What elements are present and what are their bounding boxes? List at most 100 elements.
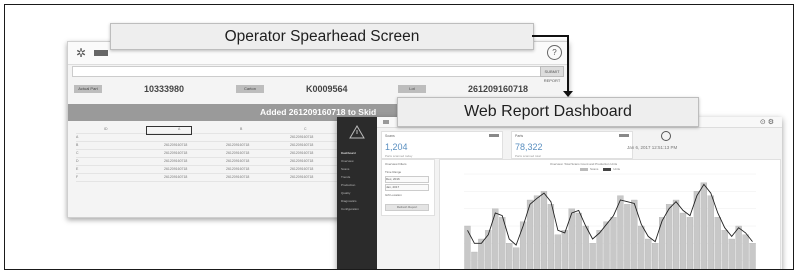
- panel-title: Overview Filters: [385, 162, 407, 166]
- menu-icon[interactable]: [383, 120, 389, 124]
- connector-line: [532, 35, 569, 37]
- chart-bar: [721, 230, 728, 269]
- chart-bar: [554, 234, 561, 269]
- chart-bar: [471, 251, 478, 269]
- chart-bar: [617, 195, 624, 269]
- to-select[interactable]: Jan, 2017: [385, 184, 429, 191]
- column-header: B: [240, 127, 243, 131]
- gear-icon: ✲: [75, 46, 87, 60]
- table-cell: E: [76, 167, 79, 171]
- card-title: Scans: [385, 134, 395, 138]
- chart-bar: [672, 199, 680, 269]
- sidebar-item[interactable]: Diagnostics: [341, 199, 375, 204]
- card-badge: [619, 134, 629, 137]
- chart-bar: [735, 225, 742, 269]
- chart-bar: [679, 212, 687, 269]
- chart-bar: [645, 238, 652, 269]
- chart-bar: [519, 221, 527, 269]
- field-tag: Lot: [398, 85, 426, 93]
- filter-panel: Overview Filters Time Range Dec, 2016 Ja…: [381, 159, 435, 216]
- chart-bar: [540, 191, 548, 269]
- card-title: Parts: [515, 134, 524, 138]
- chart-bar: [700, 182, 707, 269]
- chart-bar: [547, 204, 555, 269]
- table-cell: D: [76, 159, 79, 163]
- table-cell: C: [76, 151, 79, 155]
- time-range-label: Time Range: [385, 170, 402, 174]
- sidebar-item[interactable]: Trends: [341, 175, 375, 180]
- table-cell: 261209160718: [226, 151, 250, 155]
- warning-triangle-icon: [349, 125, 365, 139]
- field-value: 261209160718: [468, 84, 529, 94]
- refresh-report-button[interactable]: Refresh Report: [385, 204, 429, 211]
- card-value: 1,204: [385, 142, 408, 152]
- submit-report-button[interactable]: SUBMIT REPORT: [540, 66, 564, 83]
- group-label: Gift Location: [385, 193, 402, 197]
- table-cell: 261209160718: [164, 159, 188, 163]
- chart-bar: [659, 217, 666, 269]
- scan-input[interactable]: [72, 66, 544, 77]
- sidebar-item[interactable]: Production: [341, 183, 375, 188]
- operator-screen-label: Operator Spearhead Screen: [110, 23, 534, 50]
- table-cell: 261209160718: [226, 167, 250, 171]
- chart-bar: [693, 191, 701, 269]
- column-header: ID: [104, 127, 108, 131]
- chart-bar: [686, 217, 694, 269]
- chart-bar: [652, 243, 659, 269]
- chart-bar: [589, 243, 596, 269]
- chart-bar: [596, 230, 603, 269]
- table-cell: 261209160718: [290, 167, 314, 171]
- connector-line: [567, 35, 569, 95]
- web-dashboard-label: Web Report Dashboard: [397, 97, 699, 127]
- field-value: 10333980: [144, 84, 185, 94]
- settings-icon[interactable]: ⊙ ⚙: [760, 118, 774, 126]
- chart-card: Overview: Total Scans Count and Producti…: [439, 159, 781, 269]
- sidebar-item[interactable]: Quality: [341, 191, 375, 196]
- chart-bar: [513, 247, 520, 269]
- chart-bar: [610, 217, 617, 269]
- chart-bar: [506, 243, 513, 269]
- from-select[interactable]: Dec, 2016: [385, 176, 429, 183]
- table-cell: 261209160718: [226, 159, 250, 163]
- dashboard-sidebar: Dashboard Overview Scans Trends Production Qu…: [337, 117, 377, 269]
- screenshot-frame: ✲ ? SUBMIT REPORT Actual Part 10333980 C…: [4, 4, 794, 270]
- chart-bar: [575, 212, 582, 269]
- chart-bar: [533, 195, 541, 269]
- chart-bar: [749, 243, 756, 269]
- chart-bar: [492, 208, 499, 269]
- dashboard-main: ⊙ ⚙ Scans 1,204 Parts scanned today Part…: [377, 117, 782, 269]
- table-cell: F: [76, 175, 79, 179]
- table-cell: 261209160718: [290, 135, 314, 139]
- table-cell: B: [76, 143, 79, 147]
- sidebar-item[interactable]: Dashboard: [341, 151, 375, 156]
- operator-mini-tag: [94, 50, 108, 56]
- table-cell: 261209160718: [226, 175, 250, 179]
- chart-bar: [485, 230, 492, 269]
- sidebar-item[interactable]: Overview: [341, 159, 375, 164]
- chart-bar: [499, 217, 506, 269]
- card-value: 78,322: [515, 142, 543, 152]
- sidebar-item[interactable]: Scans: [341, 167, 375, 172]
- chart-bar: [742, 234, 749, 269]
- chart-bar: [624, 204, 631, 269]
- chart-bar: [582, 225, 589, 269]
- chart-bar: [707, 195, 714, 269]
- table-cell: 261209160718: [164, 151, 188, 155]
- chart-bar: [638, 225, 645, 269]
- sidebar-item[interactable]: Configuration: [341, 207, 375, 212]
- table-cell: 261209160718: [290, 159, 314, 163]
- current-date: Jan 6, 2017 12:51:13 PM: [627, 145, 678, 150]
- column-header: C: [304, 127, 307, 131]
- web-dashboard: Dashboard Overview Scans Trends Production Qu…: [337, 117, 782, 269]
- help-icon[interactable]: ?: [547, 45, 562, 60]
- chart-bar: [714, 217, 721, 269]
- scans-card: Scans 1,204 Parts scanned today: [381, 131, 503, 159]
- chart-bar: [603, 221, 610, 269]
- chart-bar: [561, 230, 568, 269]
- table-cell: 261209160718: [290, 151, 314, 155]
- parts-card: Parts 78,322 Parts scanned total: [511, 131, 633, 159]
- field-tag: Carton: [236, 85, 264, 93]
- table-cell: 261209160718: [290, 175, 314, 179]
- table-cell: 261209160718: [164, 175, 188, 179]
- selected-cell-highlight: [146, 126, 192, 135]
